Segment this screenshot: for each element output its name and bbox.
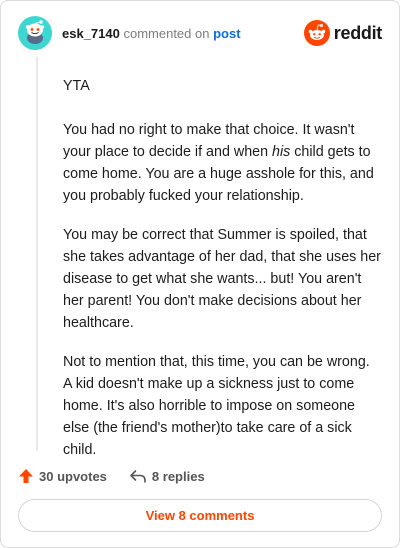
comment-paragraph: Not to mention that, this time, you can … (63, 354, 370, 458)
reply-arrow-icon (130, 470, 146, 483)
reply-count: 8 replies (151, 468, 205, 484)
username-link[interactable]: esk_7140 (62, 26, 120, 41)
action-text: commented on (123, 25, 210, 41)
upvote-arrow-icon (19, 469, 33, 483)
comment-paragraph: You may be correct that Summer is spoile… (63, 227, 381, 331)
post-link[interactable]: post (213, 26, 240, 41)
comment-header: esk_7140 commented on post reddit (18, 16, 382, 50)
comment-paragraph: YTA (63, 78, 90, 94)
reddit-logo-icon (303, 20, 330, 46)
reddit-brand[interactable]: reddit (303, 20, 383, 46)
upvote-button[interactable]: 30 upvotes (18, 468, 107, 484)
comment-actions: 30 upvotes 8 replies (18, 463, 205, 489)
thread-line[interactable] (36, 57, 38, 451)
comment-body: YTA You had no right to make that choice… (63, 75, 381, 478)
comment-meta: esk_7140 commented on post (62, 26, 241, 41)
comment-card: esk_7140 commented on post reddit YTA Yo… (0, 0, 400, 548)
emphasis-text: his (272, 144, 291, 160)
comment-paragraph: You had no right to make that choice. It… (63, 119, 381, 207)
reddit-wordmark: reddit (333, 22, 383, 43)
view-comments-button[interactable]: View 8 comments (18, 499, 382, 532)
replies-button[interactable]: 8 replies (129, 468, 205, 484)
upvote-count: 30 upvotes (39, 468, 107, 484)
snoo-avatar-icon[interactable] (18, 16, 52, 50)
